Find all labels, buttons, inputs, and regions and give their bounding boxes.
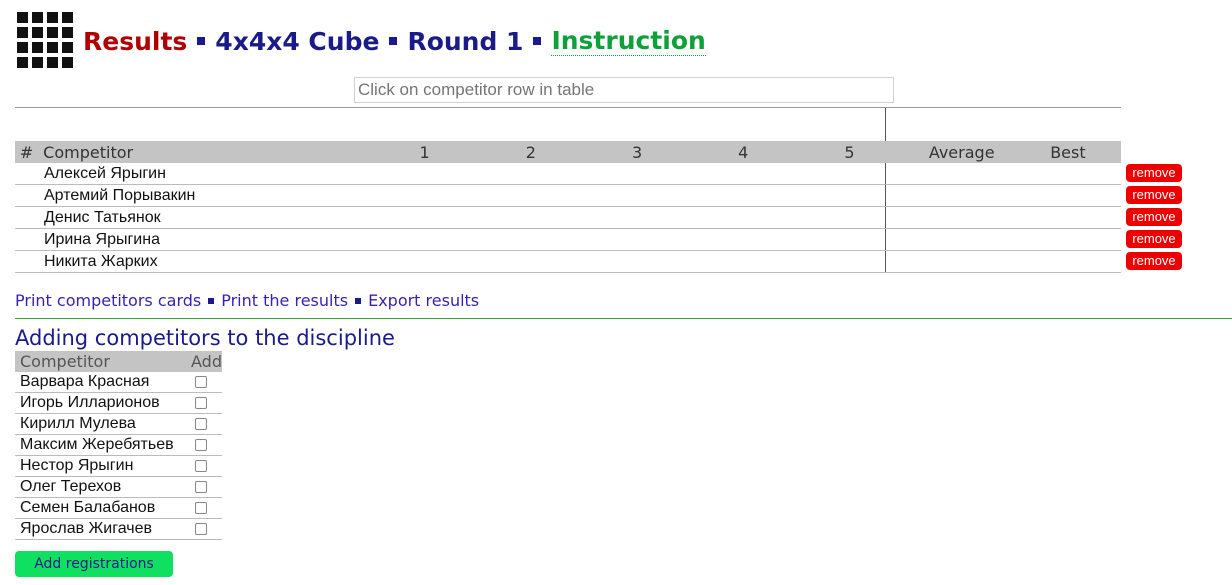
competitor-name: Ирина Ярыгина bbox=[44, 230, 160, 248]
separator-square bbox=[533, 37, 542, 45]
separator-square bbox=[208, 297, 215, 304]
actions-links: Print competitors cards Print the result… bbox=[15, 291, 479, 310]
results-table-header: # Competitor 1 2 3 4 5 Average Best bbox=[15, 141, 1121, 163]
competitor-name: Кирилл Мулева bbox=[20, 415, 136, 432]
add-checkbox[interactable] bbox=[195, 460, 207, 472]
section-divider bbox=[15, 318, 1232, 319]
list-item: Варвара Красная bbox=[15, 372, 222, 393]
list-item: Кирилл Мулева bbox=[15, 414, 222, 435]
header-best: Best bbox=[1050, 142, 1086, 162]
add-checkbox[interactable] bbox=[195, 481, 207, 493]
table-row[interactable]: Алексей Ярыгин remove bbox=[15, 163, 1182, 185]
add-checkbox[interactable] bbox=[195, 523, 207, 535]
adding-section-title: Adding competitors to the discipline bbox=[15, 326, 395, 350]
header-competitor: Competitor bbox=[43, 142, 134, 162]
list-item: Ярослав Жигачев bbox=[15, 519, 222, 540]
separator-square bbox=[389, 37, 398, 45]
list-item: Нестор Ярыгин bbox=[15, 456, 222, 477]
table-row[interactable]: Ирина Ярыгина remove bbox=[15, 229, 1182, 251]
header-competitor: Competitor bbox=[20, 352, 110, 371]
round-title[interactable]: Round 1 bbox=[407, 27, 523, 56]
table-row[interactable]: Артемий Порывакин remove bbox=[15, 185, 1182, 207]
header-attempt-1: 1 bbox=[419, 142, 430, 162]
separator-square bbox=[197, 37, 206, 45]
competitor-name: Варвара Красная bbox=[20, 373, 150, 390]
header-attempt-3: 3 bbox=[631, 142, 643, 162]
add-checkbox[interactable] bbox=[195, 397, 207, 409]
table-row[interactable]: Никита Жарких remove bbox=[15, 251, 1182, 273]
competitor-name: Ярослав Жигачев bbox=[20, 520, 153, 537]
instruction-link[interactable]: Instruction bbox=[551, 26, 706, 56]
print-results-link[interactable]: Print the results bbox=[221, 291, 348, 310]
competitor-name: Никита Жарких bbox=[44, 252, 158, 270]
header-attempt-5: 5 bbox=[844, 142, 855, 162]
table-row[interactable]: Денис Татьянок remove bbox=[15, 207, 1182, 229]
remove-button[interactable]: remove bbox=[1126, 164, 1182, 182]
header-add: Add bbox=[191, 352, 222, 371]
header-attempt-4: 4 bbox=[738, 142, 749, 162]
remove-button[interactable]: remove bbox=[1126, 186, 1182, 204]
results-table: # Competitor 1 2 3 4 5 Average Best Алек… bbox=[15, 107, 1186, 273]
competitor-name: Игорь Илларионов bbox=[20, 394, 160, 411]
add-checkbox[interactable] bbox=[195, 376, 207, 388]
add-checkbox[interactable] bbox=[195, 418, 207, 430]
search-input[interactable] bbox=[354, 77, 894, 103]
adding-table: Competitor Add Варвара Красная Игорь Илл… bbox=[15, 351, 222, 540]
header-num: # bbox=[19, 142, 34, 162]
list-item: Игорь Илларионов bbox=[15, 393, 222, 414]
competitor-name: Нестор Ярыгин bbox=[20, 457, 134, 474]
remove-button[interactable]: remove bbox=[1126, 208, 1182, 226]
competitor-name: Семен Балабанов bbox=[20, 499, 156, 516]
print-cards-link[interactable]: Print competitors cards bbox=[15, 291, 201, 310]
competitor-name: Алексей Ярыгин bbox=[44, 164, 166, 182]
competitor-name: Денис Татьянок bbox=[44, 208, 161, 226]
table-top-spacer bbox=[15, 107, 1121, 141]
remove-button[interactable]: remove bbox=[1126, 230, 1182, 248]
results-title[interactable]: Results bbox=[83, 27, 187, 56]
grid-logo-icon bbox=[17, 12, 73, 68]
header-attempt-2: 2 bbox=[525, 142, 536, 162]
remove-button[interactable]: remove bbox=[1126, 252, 1182, 270]
competitor-name: Артемий Порывакин bbox=[44, 186, 196, 204]
competitor-name: Максим Жеребятьев bbox=[20, 436, 174, 453]
list-item: Максим Жеребятьев bbox=[15, 435, 222, 456]
add-registrations-button[interactable]: Add registrations bbox=[15, 551, 173, 577]
add-checkbox[interactable] bbox=[195, 439, 207, 451]
page-title: Results 4x4x4 Cube Round 1 Instruction bbox=[83, 23, 706, 59]
discipline-title[interactable]: 4x4x4 Cube bbox=[215, 27, 379, 56]
export-results-link[interactable]: Export results bbox=[368, 291, 479, 310]
header-average: Average bbox=[928, 142, 995, 162]
separator-square bbox=[355, 297, 362, 304]
list-item: Олег Терехов bbox=[15, 477, 222, 498]
adding-table-header: Competitor Add bbox=[15, 351, 222, 372]
competitor-name: Олег Терехов bbox=[20, 478, 122, 495]
list-item: Семен Балабанов bbox=[15, 498, 222, 519]
add-checkbox[interactable] bbox=[195, 502, 207, 514]
